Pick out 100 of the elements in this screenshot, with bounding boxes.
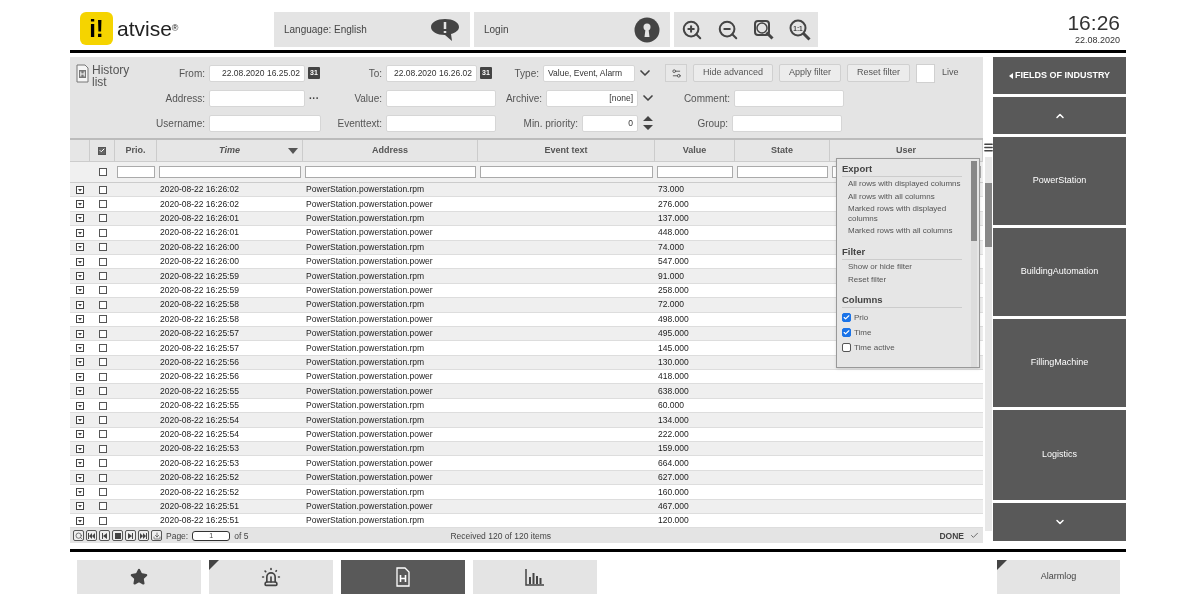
section-header-button[interactable]: FIELDS OF INDUSTRY [993,57,1126,94]
zoom-in-icon[interactable] [681,18,703,41]
checkbox[interactable] [98,344,107,352]
scrollbar-thumb[interactable] [984,183,992,247]
menu-item[interactable]: All rows with all columns [842,191,962,202]
checkbox[interactable] [98,200,107,209]
expand-icon[interactable] [76,185,84,194]
expand-icon[interactable] [76,516,84,525]
menu-item[interactable]: Marked rows with all columns [842,226,962,236]
input-field[interactable] [209,114,321,132]
live-checkbox[interactable] [916,63,936,83]
expand-icon[interactable] [76,401,84,410]
expand-icon[interactable] [76,459,84,468]
nav-tab[interactable] [77,560,201,594]
checkbox[interactable] [98,473,107,482]
checkbox[interactable] [98,146,106,155]
filter-button[interactable]: Reset filter [847,64,911,82]
zoom-fit-icon[interactable] [753,18,775,41]
checkbox[interactable] [98,329,107,338]
checkbox[interactable] [98,214,107,223]
input-field[interactable] [386,89,496,107]
checkbox[interactable] [98,415,107,424]
checkbox[interactable] [98,286,107,295]
first-page-button[interactable] [86,530,97,542]
checkbox[interactable] [98,185,107,194]
login-button[interactable]: Login [474,12,670,47]
checkbox[interactable] [98,401,107,410]
input-field[interactable] [732,114,842,132]
input-field[interactable]: 22.08.2020 16.25.02 [209,64,305,82]
expand-icon[interactable] [76,415,84,424]
column-filter-field[interactable] [159,166,301,178]
expand-icon[interactable] [76,315,84,324]
menu-icon[interactable] [982,142,994,153]
expand-icon[interactable] [76,329,84,338]
checkbox[interactable] [842,313,851,323]
column-header[interactable]: Value [655,140,735,161]
menu-item[interactable]: Reset filter [842,274,962,284]
stop-button[interactable] [112,530,123,542]
checkbox[interactable] [98,459,107,468]
checkbox[interactable] [98,168,107,176]
sidebar-item[interactable]: Logistics [993,410,1126,500]
menu-checkbox-item[interactable]: Prio [842,310,971,326]
column-filter-field[interactable] [305,166,476,178]
checkbox[interactable] [98,228,107,237]
sidebar-item[interactable]: PowerStation [993,137,1126,225]
column-filter-field[interactable] [480,166,653,178]
checkbox[interactable] [98,257,107,266]
spinner-icon[interactable] [642,115,654,131]
column-header[interactable]: Event text [478,140,655,161]
checkbox[interactable] [98,243,107,252]
menu-item[interactable]: Show or hide filter [842,262,962,272]
input-field[interactable] [209,89,305,107]
checkbox[interactable] [98,430,107,439]
expand-icon[interactable] [76,358,84,367]
expand-icon[interactable] [76,286,84,295]
checkbox[interactable] [98,502,107,511]
expand-icon[interactable] [76,473,84,482]
menu-item[interactable]: All rows with displayed columns [842,179,962,189]
expand-icon[interactable] [76,300,84,309]
checkbox[interactable] [98,387,107,396]
download-button[interactable] [151,530,162,542]
checkbox[interactable] [98,315,107,324]
checkbox[interactable] [98,487,107,496]
checkbox[interactable] [98,358,107,367]
checkbox[interactable] [842,328,851,338]
input-field[interactable]: Value, Event, Alarm [543,64,635,82]
alarmlog-button[interactable]: Alarmlog [997,560,1120,594]
expand-icon[interactable] [76,387,84,396]
nav-tab[interactable] [209,560,333,594]
scrollbar-thumb[interactable] [971,161,977,241]
nav-tab[interactable] [473,560,597,594]
input-field[interactable]: 22.08.2020 16.26.02 [386,64,477,82]
column-filter-field[interactable] [117,166,155,178]
expand-icon[interactable] [76,344,84,352]
expand-icon[interactable] [76,444,84,453]
expand-icon[interactable] [76,502,84,511]
checkbox[interactable] [98,272,107,281]
menu-item[interactable]: Marked rows with displayed columns [842,204,962,224]
menu-checkbox-item[interactable]: Time [842,325,971,341]
input-field[interactable]: 0 [582,114,638,132]
checkbox[interactable] [98,300,107,309]
previous-page-button[interactable] [99,530,110,542]
zoom-out-icon[interactable] [717,18,739,41]
expand-icon[interactable] [76,372,84,381]
checkbox[interactable] [98,444,107,453]
input-field[interactable] [734,89,844,107]
sidebar-item[interactable]: BuildingAutomation [993,228,1126,316]
nav-tab[interactable] [341,560,465,594]
expand-icon[interactable] [76,214,84,223]
sidebar-item[interactable]: FillingMachine [993,319,1126,407]
expand-icon[interactable] [76,430,84,439]
browse-button[interactable]: ··· [307,90,321,106]
expand-icon[interactable] [76,243,84,252]
column-filter-field[interactable] [657,166,733,178]
input-field[interactable] [386,114,496,132]
expand-icon[interactable] [76,272,84,281]
column-filter-field[interactable] [737,166,828,178]
next-page-button[interactable] [125,530,136,542]
checkbox[interactable] [842,343,851,353]
expand-icon[interactable] [76,487,84,496]
